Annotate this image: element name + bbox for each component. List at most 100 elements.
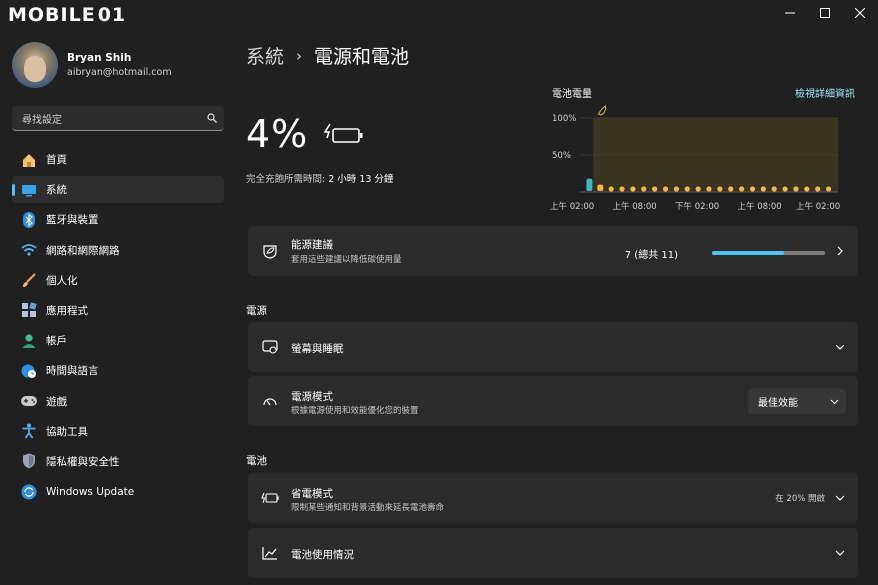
battery-percent: 4% xyxy=(246,112,309,156)
battery-section-label: 電池 xyxy=(246,455,267,467)
search-input[interactable]: 尋找設定 xyxy=(12,106,224,131)
view-details-link[interactable]: 檢視詳細資訊 xyxy=(795,85,855,100)
battery-bar xyxy=(706,186,712,192)
close-icon xyxy=(855,8,865,18)
battery-bar xyxy=(739,186,745,192)
leaf-icon xyxy=(597,105,606,116)
sidebar-item-label: 網路和網際網路 xyxy=(46,244,120,257)
sidebar-item-accounts[interactable]: 帳戶 xyxy=(12,327,224,354)
shield-icon xyxy=(20,452,38,470)
battery-usage-card[interactable]: 電池使用情況 xyxy=(248,528,858,578)
power-mode-icon xyxy=(261,392,279,410)
close-button[interactable] xyxy=(840,0,878,26)
leaf-heart-icon xyxy=(261,242,279,260)
sidebar-item-home[interactable]: 首頁 xyxy=(12,146,224,173)
chevron-right-icon xyxy=(834,245,846,257)
gamepad-icon xyxy=(20,392,38,410)
profile-name: Bryan Shih xyxy=(67,51,132,64)
battery-saver-subtitle: 限制某些通知和背景活動來延長電池壽命 xyxy=(291,503,445,513)
energy-progress-fill xyxy=(712,251,784,255)
app-logo: MOBILE 01 xyxy=(8,4,126,26)
battery-bar xyxy=(586,178,593,191)
sidebar-item-label: 藍牙與裝置 xyxy=(46,214,99,227)
battery-bar xyxy=(695,186,701,192)
chevron-down-icon xyxy=(834,341,846,353)
sidebar-item-network[interactable]: 網路和網際網路 xyxy=(12,237,224,264)
battery-bar xyxy=(608,186,614,192)
battery-bar xyxy=(760,186,766,192)
y-tick-label: 100% xyxy=(552,114,576,124)
battery-bar xyxy=(662,186,669,192)
battery-bar xyxy=(673,186,679,192)
screen-sleep-title: 螢幕與睡眠 xyxy=(291,343,344,355)
sidebar-item-time-language[interactable]: 時間與語言 xyxy=(12,357,224,384)
battery-bar xyxy=(793,186,799,192)
search-placeholder: 尋找設定 xyxy=(22,114,62,126)
power-mode-subtitle: 根據電源使用和效能優化您的裝置 xyxy=(291,406,419,416)
battery-bar xyxy=(771,186,777,192)
sidebar-item-label: Windows Update xyxy=(46,485,135,498)
battery-bar xyxy=(825,186,832,192)
battery-bar xyxy=(630,186,636,192)
sidebar-item-gaming[interactable]: 遊戲 xyxy=(12,388,224,415)
maximize-icon xyxy=(820,8,830,18)
battery-usage-title: 電池使用情況 xyxy=(291,549,354,561)
power-mode-dropdown[interactable]: 最佳效能 xyxy=(748,389,846,414)
maximize-button[interactable] xyxy=(805,0,845,26)
battery-bar xyxy=(597,184,604,191)
battery-bar xyxy=(652,186,658,192)
sidebar-item-label: 首頁 xyxy=(46,154,67,166)
sidebar-item-accessibility[interactable]: 協助工具 xyxy=(12,418,224,445)
sidebar-item-windows-update[interactable]: Windows Update xyxy=(12,478,224,505)
screen-sleep-card[interactable]: 螢幕與睡眠 xyxy=(248,322,858,372)
logo-suffix: 01 xyxy=(97,4,127,26)
sidebar-item-system[interactable]: 系統 xyxy=(12,176,224,204)
logo-text: MOBILE xyxy=(8,4,96,26)
sidebar-nav: 首頁 系統 藍牙與裝置 網路和網際網路 個人化 應用程式 帳戶 時間與語言 遊戲… xyxy=(12,146,224,508)
sidebar-item-personalization[interactable]: 個人化 xyxy=(12,267,224,294)
breadcrumb-separator: › xyxy=(296,46,303,65)
minimize-button[interactable] xyxy=(770,0,810,26)
breadcrumb-parent[interactable]: 系統 xyxy=(246,42,284,69)
power-section-label: 電源 xyxy=(246,305,267,317)
battery-saver-status: 在 20% 開啟 xyxy=(775,494,825,504)
avatar xyxy=(12,42,58,88)
brush-icon xyxy=(20,271,38,289)
energy-count: 7 (總共 11) xyxy=(624,250,678,261)
search-icon xyxy=(200,113,224,123)
x-tick-label: 上午 02:00 xyxy=(796,201,840,212)
user-profile[interactable]: Bryan Shih aibryan@hotmail.com xyxy=(12,42,172,88)
globe-clock-icon xyxy=(20,362,38,380)
energy-subtitle: 套用這些建議以降低碳使用量 xyxy=(291,255,402,265)
system-icon xyxy=(20,181,38,199)
sidebar-item-label: 應用程式 xyxy=(46,304,88,317)
battery-bar xyxy=(782,186,788,192)
sidebar-item-bluetooth[interactable]: 藍牙與裝置 xyxy=(12,206,224,233)
apps-icon xyxy=(20,301,38,319)
energy-recommendations-card[interactable]: 能源建議 套用這些建議以降低碳使用量 7 (總共 11) xyxy=(248,226,858,276)
wifi-icon xyxy=(20,241,38,259)
x-tick-label: 下午 02:00 xyxy=(675,201,719,212)
energy-progress-bar xyxy=(712,251,825,255)
page-title: 電源和電池 xyxy=(314,46,410,68)
sidebar-item-label: 隱私權與安全性 xyxy=(46,455,120,468)
update-icon xyxy=(20,483,38,501)
x-tick-label: 上午 08:00 xyxy=(738,201,782,212)
sidebar-item-label: 系統 xyxy=(46,184,67,197)
minimize-icon xyxy=(785,12,795,14)
battery-bar xyxy=(815,186,821,192)
chevron-down-icon xyxy=(834,492,846,504)
sidebar: Bryan Shih aibryan@hotmail.com 尋找設定 首頁 系… xyxy=(0,28,234,585)
usage-chart-icon xyxy=(261,544,279,562)
sidebar-item-apps[interactable]: 應用程式 xyxy=(12,297,224,324)
battery-bar xyxy=(641,186,647,192)
power-mode-title: 電源模式 xyxy=(291,391,333,403)
battery-saver-card[interactable]: 省電模式 限制某些通知和背景活動來延長電池壽命 在 20% 開啟 xyxy=(248,473,858,523)
title-bar: MOBILE 01 xyxy=(0,0,878,28)
chevron-down-icon xyxy=(834,547,846,559)
sidebar-item-label: 協助工具 xyxy=(46,425,88,438)
home-icon xyxy=(20,151,38,169)
sidebar-item-privacy[interactable]: 隱私權與安全性 xyxy=(12,448,224,475)
accessibility-icon xyxy=(20,422,38,440)
battery-status: 4% xyxy=(246,112,364,156)
